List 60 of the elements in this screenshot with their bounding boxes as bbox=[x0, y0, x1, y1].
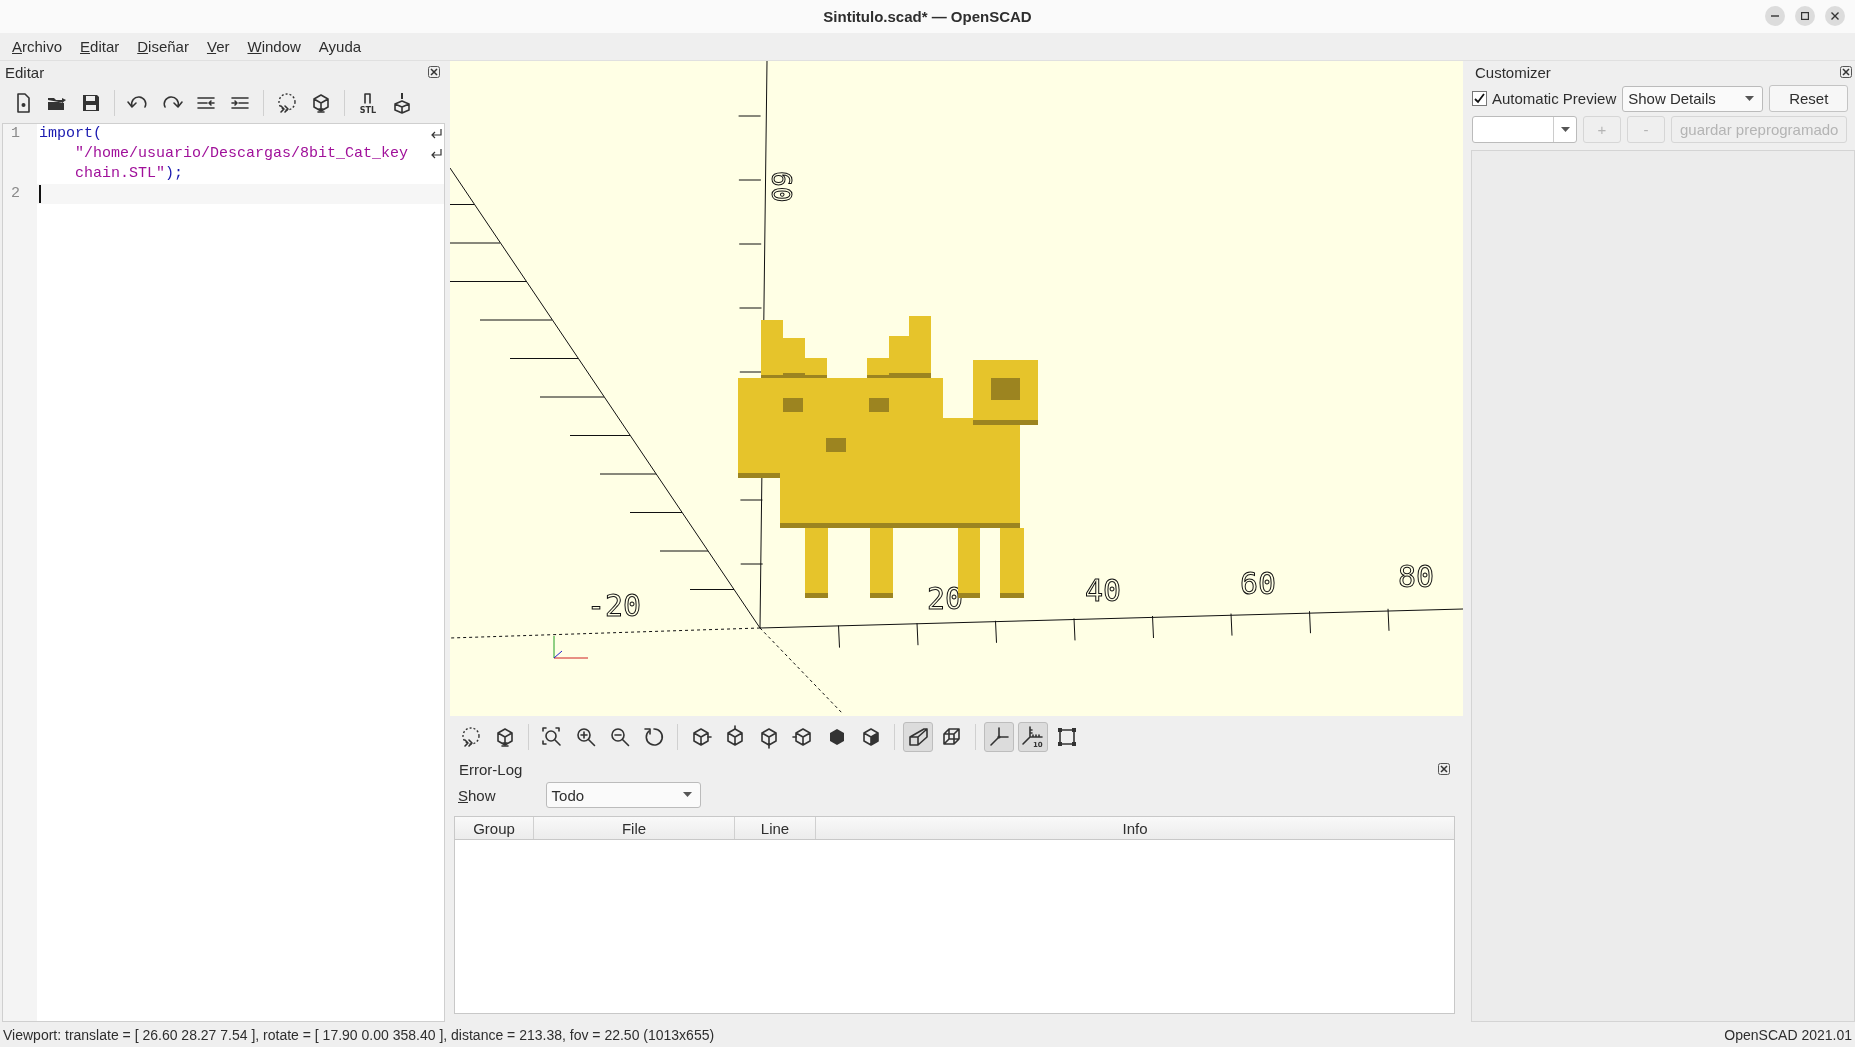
axis-label: 80 bbox=[1398, 559, 1435, 594]
preview-icon bbox=[275, 91, 299, 115]
axis-label: -20 bbox=[587, 588, 642, 623]
zoom-fit-icon bbox=[540, 725, 564, 749]
filter-dropdown[interactable]: Todo bbox=[545, 782, 701, 808]
maximize-icon bbox=[1801, 12, 1809, 20]
close-icon[interactable] bbox=[1438, 762, 1450, 775]
panel-title: Customizer bbox=[1475, 63, 1551, 81]
automatic-preview-checkbox[interactable]: Automatic Preview bbox=[1472, 90, 1617, 107]
menu-item[interactable]: Ver bbox=[204, 38, 232, 55]
close-icon[interactable] bbox=[1840, 65, 1852, 78]
menu-item[interactable]: Diseñar bbox=[135, 38, 191, 55]
column-header[interactable]: Info bbox=[816, 817, 1454, 839]
axes-icon bbox=[987, 725, 1011, 749]
code-editor[interactable]: 1 import( "/home/usuario/Descargas/8bit_Cat_key chain.STL"); 2 bbox=[2, 123, 445, 1022]
minimize-icon bbox=[1771, 15, 1779, 17]
reset-view-icon bbox=[642, 725, 666, 749]
dropdown-arrow-icon bbox=[1560, 126, 1570, 133]
reset-button[interactable]: Reset bbox=[1769, 85, 1849, 112]
line-number: 1 bbox=[10, 124, 21, 144]
code-text: "/home/usuario/Descargas/8bit_Cat_key bbox=[75, 144, 409, 164]
zoom-out-icon bbox=[608, 725, 632, 749]
line-number: 2 bbox=[10, 184, 21, 204]
line-wrap-icon bbox=[430, 148, 442, 160]
column-header[interactable]: Line bbox=[735, 817, 816, 839]
edges-icon bbox=[1055, 725, 1079, 749]
column-header[interactable]: File bbox=[534, 817, 735, 839]
status-text: Viewport: translate = [ 26.60 28.27 7.54 ], rotate = [ 17.90 0.00 358.40 ], distance = 213.38, fov = 22.50 (1013x655) bbox=[3, 1026, 715, 1043]
perspective-icon bbox=[906, 725, 930, 749]
axis-label: 60 bbox=[766, 171, 796, 203]
window-title: Sintitulo.scad* — OpenSCAD bbox=[823, 8, 1032, 25]
panel-title: Editar bbox=[5, 63, 45, 81]
text-cursor bbox=[39, 185, 41, 203]
code-text: import( bbox=[39, 124, 102, 144]
axis-label: 60 bbox=[1240, 566, 1277, 601]
version-text: OpenSCAD 2021.01 bbox=[1724, 1026, 1852, 1043]
check-icon bbox=[1474, 93, 1485, 104]
maximize-button[interactable] bbox=[1795, 6, 1815, 26]
zoom-in-icon bbox=[574, 725, 598, 749]
close-button[interactable] bbox=[1825, 6, 1845, 26]
column-header[interactable]: Group bbox=[455, 817, 534, 839]
axis-label: 40 bbox=[1085, 573, 1122, 608]
preview-icon bbox=[459, 725, 483, 749]
menu-item[interactable]: Archivo bbox=[10, 38, 65, 55]
line-wrap-icon bbox=[430, 128, 442, 140]
details-dropdown[interactable]: Show Details bbox=[1622, 85, 1764, 112]
dropdown-arrow-icon bbox=[1745, 95, 1755, 102]
axis-indicator-icon bbox=[553, 635, 589, 659]
filter-label: Show bbox=[458, 786, 496, 804]
menu-item[interactable]: Ayuda bbox=[316, 38, 364, 55]
axes-button[interactable] bbox=[984, 722, 1014, 752]
panel-title: Error-Log bbox=[459, 760, 523, 778]
menu-item[interactable]: Editar bbox=[78, 38, 122, 55]
minimize-button[interactable] bbox=[1765, 6, 1785, 26]
dropdown-arrow-icon bbox=[682, 792, 692, 798]
close-icon[interactable] bbox=[428, 65, 440, 78]
code-text: chain.STL"); bbox=[75, 164, 184, 184]
close-icon bbox=[1831, 12, 1839, 20]
perspective-button[interactable] bbox=[903, 722, 933, 752]
menu-item[interactable]: Window bbox=[245, 38, 303, 55]
